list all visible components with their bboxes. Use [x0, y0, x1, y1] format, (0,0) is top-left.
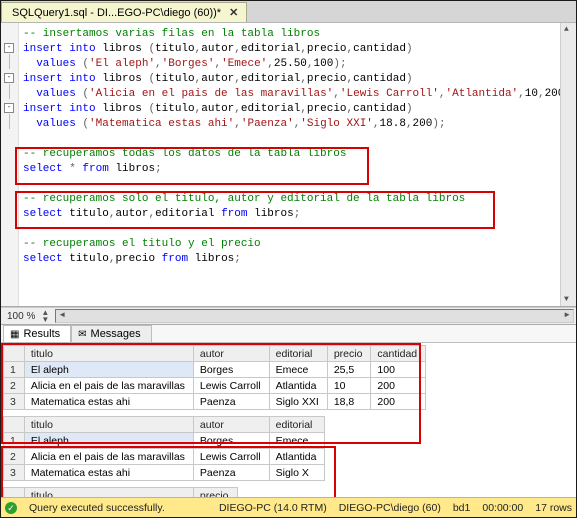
tab-results[interactable]: ▦ Results — [3, 325, 71, 342]
cell[interactable]: 25,5 — [327, 362, 371, 378]
cell[interactable]: Siglo XXI — [269, 394, 327, 410]
grid-icon: ▦ — [10, 329, 19, 340]
message-icon: ✉ — [78, 329, 86, 340]
ssms-window: SQLQuery1.sql - DI...EGO-PC\diego (60))*… — [0, 0, 577, 518]
results-pane: ▦ Results ✉ Messages tituloautoreditoria… — [1, 325, 576, 497]
column-header[interactable]: editorial — [269, 417, 325, 433]
cell[interactable]: 200 — [371, 378, 426, 394]
fold-line — [9, 114, 10, 129]
fold-line — [9, 54, 10, 69]
row-number[interactable]: 1 — [4, 433, 25, 449]
fold-toggle-icon[interactable]: - — [4, 73, 14, 83]
row-number[interactable]: 3 — [4, 394, 25, 410]
cell[interactable]: Atlantida — [269, 449, 325, 465]
column-header[interactable]: autor — [193, 417, 269, 433]
table-row[interactable]: 2Alicia en el pais de las maravillasLewi… — [4, 449, 325, 465]
cell[interactable]: Atlantida — [269, 378, 327, 394]
cell[interactable]: Matematica estas ahi — [24, 394, 193, 410]
column-header[interactable]: precio — [193, 488, 237, 498]
status-message: Query executed successfully. — [29, 502, 165, 514]
column-header[interactable]: titulo — [24, 346, 193, 362]
cell[interactable]: Paenza — [193, 465, 269, 481]
column-header[interactable]: autor — [193, 346, 269, 362]
cell[interactable]: Siglo X — [269, 465, 325, 481]
table-row[interactable]: 2Alicia en el pais de las maravillasLewi… — [4, 378, 426, 394]
results-grid-3[interactable]: tituloprecio1El aleph25,52Alicia en el p… — [3, 487, 238, 497]
column-header[interactable]: titulo — [24, 488, 193, 498]
column-header[interactable] — [4, 417, 25, 433]
cell[interactable]: Lewis Carroll — [193, 378, 269, 394]
row-number[interactable]: 2 — [4, 449, 25, 465]
cell[interactable]: Paenza — [193, 394, 269, 410]
cell[interactable]: Emece — [269, 362, 327, 378]
results-grid-2[interactable]: tituloautoreditorial1El alephBorgesEmece… — [3, 416, 325, 481]
results-grid-1[interactable]: tituloautoreditorialpreciocantidad1El al… — [3, 345, 426, 410]
document-tabbar: SQLQuery1.sql - DI...EGO-PC\diego (60))*… — [1, 1, 576, 23]
tab-messages[interactable]: ✉ Messages — [71, 325, 152, 342]
fold-toggle-icon[interactable]: - — [4, 103, 14, 113]
cell[interactable]: Alicia en el pais de las maravillas — [24, 378, 193, 394]
tab-title: SQLQuery1.sql - DI...EGO-PC\diego (60))* — [12, 7, 221, 19]
cell[interactable]: 10 — [327, 378, 371, 394]
cell[interactable]: El aleph — [24, 362, 193, 378]
results-grids: tituloautoreditorialpreciocantidad1El al… — [1, 343, 576, 497]
fold-gutter: - - - — [1, 23, 19, 306]
fold-toggle-icon[interactable]: - — [4, 43, 14, 53]
table-row[interactable]: 3Matematica estas ahiPaenzaSiglo X — [4, 465, 325, 481]
fold-line — [9, 84, 10, 99]
table-row[interactable]: 1El alephBorgesEmece — [4, 433, 325, 449]
status-user: DIEGO-PC\diego (60) — [339, 502, 441, 514]
cell[interactable]: Alicia en el pais de las maravillas — [24, 449, 193, 465]
column-header[interactable]: titulo — [24, 417, 193, 433]
status-time: 00:00:00 — [482, 502, 523, 514]
cell[interactable]: 18,8 — [327, 394, 371, 410]
row-number[interactable]: 3 — [4, 465, 25, 481]
status-rows: 17 rows — [535, 502, 572, 514]
table-row[interactable]: 1El alephBorgesEmece25,5100 — [4, 362, 426, 378]
editor-zoombar: 100 % ▲▼ — [1, 307, 576, 325]
column-header[interactable] — [4, 488, 25, 498]
horizontal-scrollbar[interactable] — [55, 309, 574, 323]
close-icon[interactable]: ✕ — [229, 6, 238, 19]
row-number[interactable]: 2 — [4, 378, 25, 394]
row-number[interactable]: 1 — [4, 362, 25, 378]
cell[interactable]: Borges — [193, 362, 269, 378]
column-header[interactable] — [4, 346, 25, 362]
column-header[interactable]: editorial — [269, 346, 327, 362]
table-row[interactable]: 3Matematica estas ahiPaenzaSiglo XXI18,8… — [4, 394, 426, 410]
cell[interactable]: Emece — [269, 433, 325, 449]
sql-editor[interactable]: -- insertamos varias filas en la tabla l… — [19, 23, 560, 306]
column-header[interactable]: precio — [327, 346, 371, 362]
cell[interactable]: Borges — [193, 433, 269, 449]
cell[interactable]: Lewis Carroll — [193, 449, 269, 465]
cell[interactable]: 100 — [371, 362, 426, 378]
sql-editor-pane: - - - -- insertamos varias filas en la t… — [1, 23, 576, 307]
results-tabbar: ▦ Results ✉ Messages — [1, 325, 576, 343]
status-server: DIEGO-PC (14.0 RTM) — [219, 502, 327, 514]
status-bar: ✓ Query executed successfully. DIEGO-PC … — [1, 497, 576, 517]
cell[interactable]: Matematica estas ahi — [24, 465, 193, 481]
vertical-scrollbar[interactable] — [560, 23, 576, 306]
status-db: bd1 — [453, 502, 471, 514]
column-header[interactable]: cantidad — [371, 346, 426, 362]
cell[interactable]: El aleph — [24, 433, 193, 449]
cell[interactable]: 200 — [371, 394, 426, 410]
document-tab[interactable]: SQLQuery1.sql - DI...EGO-PC\diego (60))*… — [1, 2, 247, 22]
zoom-stepper-icon[interactable]: ▲▼ — [41, 309, 49, 323]
success-icon: ✓ — [5, 502, 17, 514]
zoom-level[interactable]: 100 % — [1, 311, 41, 322]
